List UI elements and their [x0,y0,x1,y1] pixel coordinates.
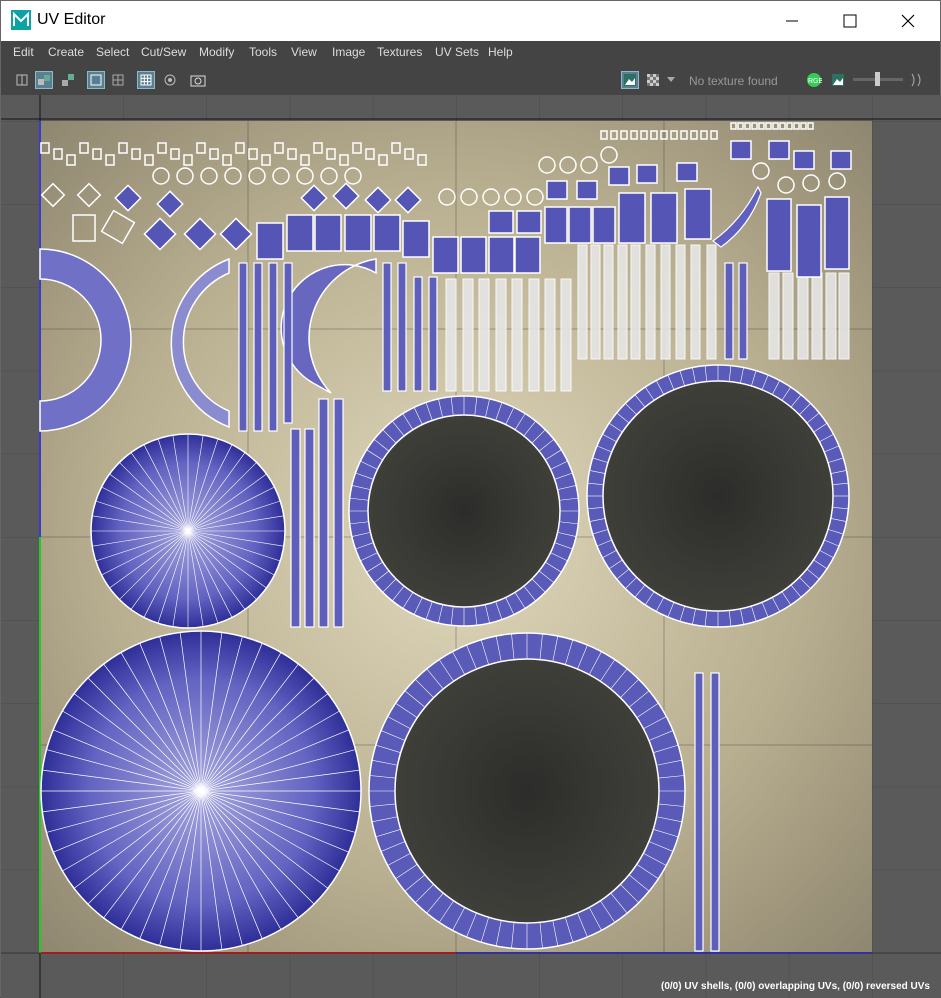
uv-canvas[interactable] [1,95,941,998]
texture-status: No texture found [689,74,778,88]
uv-status: (0/0) UV shells, (0/0) overlapping UVs, … [661,981,930,992]
menu-image[interactable]: Image [332,45,365,59]
menu-modify[interactable]: Modify [199,45,234,59]
uv-viewport[interactable]: (0/0) UV shells, (0/0) overlapping UVs, … [1,95,941,998]
uv-shell-icon[interactable] [13,71,31,89]
menu-uv-sets[interactable]: UV Sets [435,45,479,59]
display-image-icon[interactable] [621,71,639,89]
exposure-slider[interactable] [853,72,903,86]
uv-shell-ring-middle[interactable] [348,395,580,627]
display-uvs-icon[interactable] [35,71,53,89]
menu-edit[interactable]: Edit [13,45,34,59]
menu-select[interactable]: Select [96,45,129,59]
svg-text:RGB: RGB [808,78,822,85]
wireframe-icon[interactable] [109,71,127,89]
uv-editor-window: UV Editor Edit Create Select Cut/Sew Mod… [0,0,941,998]
menu-textures[interactable]: Textures [377,45,422,59]
uv-shell-ring-right[interactable] [586,364,850,628]
uv-shell-disk-large[interactable] [40,630,362,952]
menu-tools[interactable]: Tools [249,45,277,59]
image-exposure-icon[interactable] [829,71,847,89]
menu-help[interactable]: Help [488,45,513,59]
dropdown-arrow-icon[interactable] [664,71,678,89]
close-button[interactable] [879,1,937,41]
camera-icon[interactable] [189,71,207,89]
uv-shell-disk-small[interactable] [90,433,286,629]
menu-bar: Edit Create Select Cut/Sew Modify Tools … [1,41,940,63]
maximize-button[interactable] [821,1,879,41]
minimize-icon [786,20,798,22]
window-title: UV Editor [37,11,106,28]
close-icon [901,14,915,28]
uv-shading-icon[interactable] [59,71,77,89]
title-bar: UV Editor [1,1,940,42]
minimize-button[interactable] [763,1,821,41]
uv-shell-ring-bottom[interactable] [368,632,686,950]
toolbar: No texture found RGB [1,63,940,95]
maximize-icon [843,14,857,28]
snap-icon[interactable] [161,71,179,89]
gamma-icon[interactable] [907,71,929,89]
maya-icon [11,10,31,30]
texture-borders-icon[interactable] [87,71,105,89]
checker-icon[interactable] [644,71,662,89]
menu-cut-sew[interactable]: Cut/Sew [141,45,186,59]
menu-view[interactable]: View [291,45,317,59]
grid-icon[interactable] [137,71,155,89]
rgb-channels-icon[interactable]: RGB [805,71,823,89]
slider-handle[interactable] [875,72,880,86]
menu-create[interactable]: Create [48,45,84,59]
